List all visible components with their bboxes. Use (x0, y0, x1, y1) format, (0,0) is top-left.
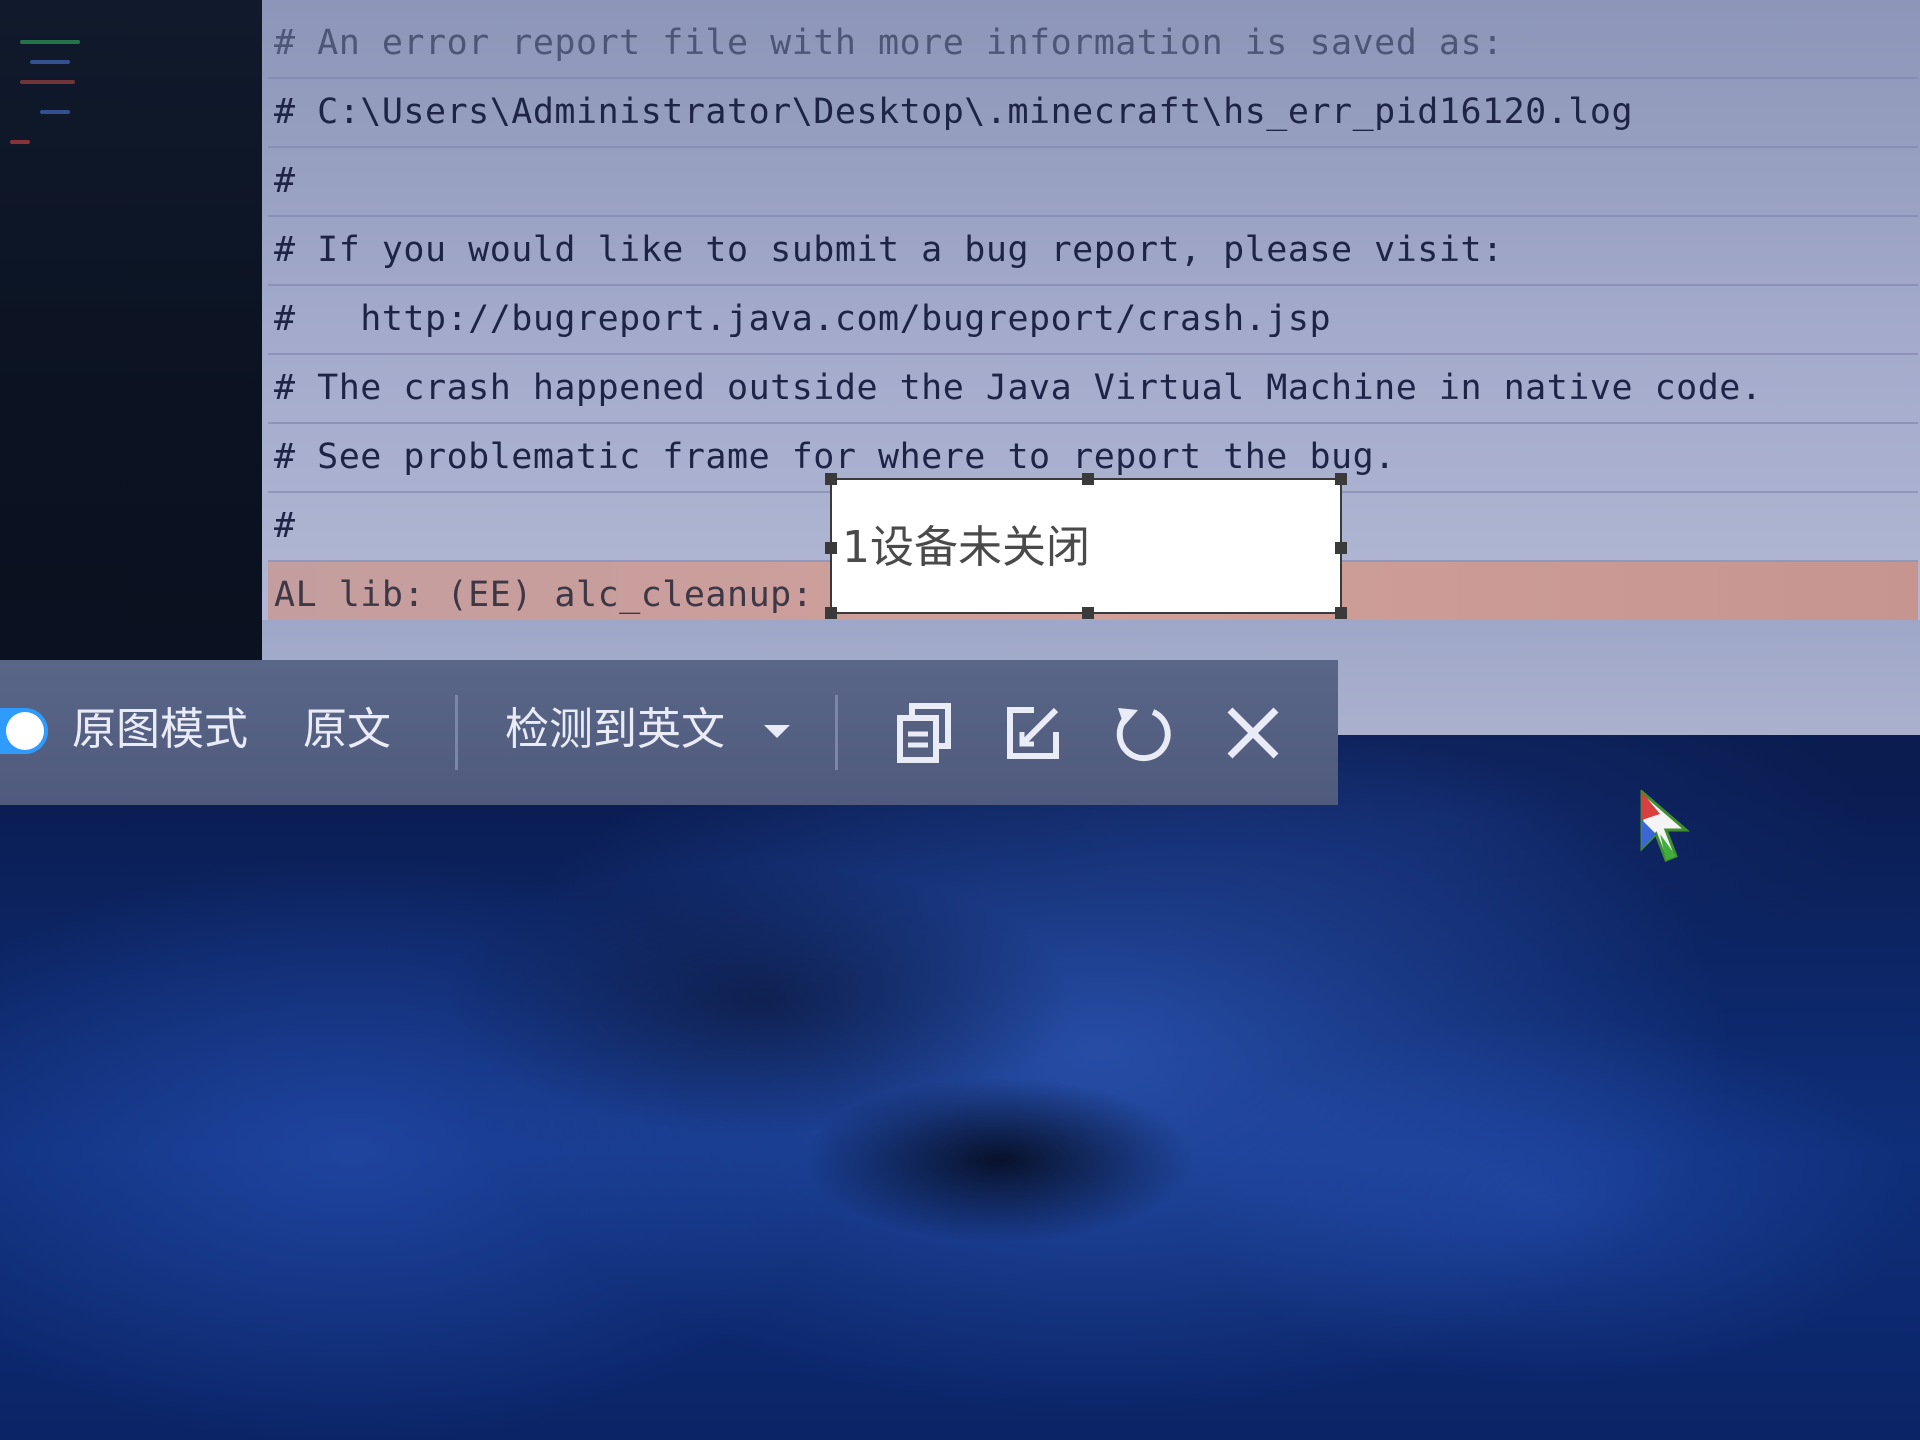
console-line: # http://bugreport.java.com/bugreport/cr… (268, 286, 1918, 355)
console-line: # C:\Users\Administrator\Desktop\.minecr… (268, 79, 1918, 148)
resize-handle[interactable] (825, 607, 837, 619)
toggle-knob (6, 712, 44, 750)
resize-handle[interactable] (1082, 473, 1094, 485)
refresh-icon[interactable] (1108, 698, 1178, 768)
console-window: # An error report file with more informa… (262, 0, 1920, 735)
translation-overlay[interactable]: 1设备未关闭 (825, 473, 1347, 619)
console-line: # (268, 148, 1918, 217)
console-line: # An error report file with more informa… (268, 10, 1918, 79)
console-line: # If you would like to submit a bug repo… (268, 217, 1918, 286)
mouse-cursor-icon (1640, 790, 1690, 862)
code-fragment (20, 80, 75, 84)
original-image-mode-label[interactable]: 原图模式 (72, 700, 248, 760)
edit-icon[interactable] (998, 698, 1068, 768)
translation-toolbar: 原图模式 原文 检测到英文 (0, 660, 1338, 805)
code-fragment (40, 110, 70, 114)
toolbar-divider (455, 695, 458, 770)
background-editor-window (0, 0, 262, 660)
resize-handle[interactable] (1335, 607, 1347, 619)
original-text-button[interactable]: 原文 (303, 700, 391, 760)
close-icon[interactable] (1218, 698, 1288, 768)
copy-icon[interactable] (890, 698, 960, 768)
original-image-mode-toggle[interactable] (0, 708, 48, 754)
chevron-down-icon[interactable] (764, 725, 790, 738)
toolbar-divider (835, 695, 838, 770)
resize-handle[interactable] (825, 473, 837, 485)
resize-handle[interactable] (1335, 473, 1347, 485)
resize-handle[interactable] (825, 542, 837, 554)
code-fragment (30, 60, 70, 64)
translation-text: 1设备未关闭 (842, 522, 1090, 573)
console-line: # The crash happened outside the Java Vi… (268, 355, 1918, 424)
code-fragment (10, 140, 30, 144)
resize-handle[interactable] (1335, 542, 1347, 554)
code-fragment (20, 40, 80, 44)
resize-handle[interactable] (1082, 607, 1094, 619)
detected-language-select[interactable]: 检测到英文 (505, 700, 725, 760)
